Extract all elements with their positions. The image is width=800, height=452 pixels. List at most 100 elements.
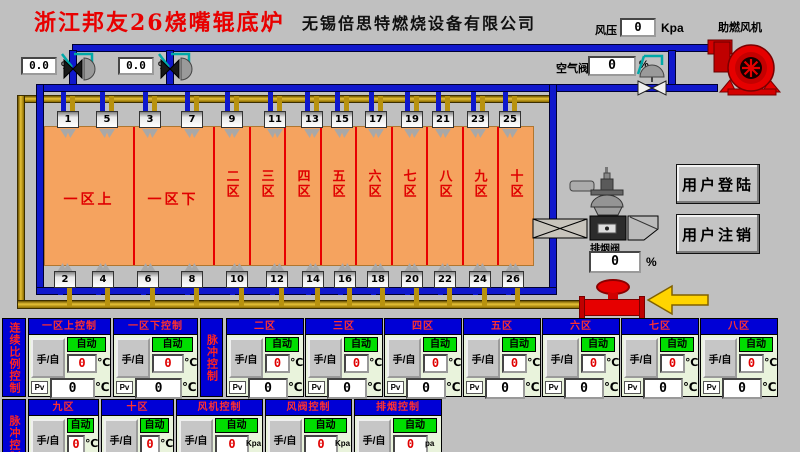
- pv-label: Pv: [308, 381, 325, 394]
- burner-icon: 26: [502, 263, 524, 309]
- pv-value: 0: [50, 378, 95, 399]
- setpoint-unit: ℃: [527, 356, 540, 369]
- gas-stub: [194, 288, 199, 306]
- setpoint-value[interactable]: 0: [502, 354, 527, 373]
- manual-auto-button[interactable]: 手/自: [308, 338, 342, 378]
- pv-value: 0: [248, 378, 288, 399]
- zone-divider: [391, 127, 393, 265]
- panel-title: 六区: [543, 319, 619, 335]
- strip-continuous-ratio-control: 连续比例控制: [2, 318, 26, 397]
- zone-label: 七区: [399, 169, 418, 199]
- exhaust-valve-value[interactable]: 0: [589, 251, 641, 273]
- manual-auto-button[interactable]: 手/自: [229, 338, 263, 378]
- manual-auto-button[interactable]: 手/自: [703, 338, 737, 378]
- burner-number: 22: [434, 271, 456, 288]
- manual-auto-button[interactable]: 手/自: [466, 338, 500, 378]
- manual-auto-button[interactable]: 手/自: [116, 338, 150, 378]
- manual-auto-button[interactable]: 手/自: [624, 338, 658, 378]
- manual-auto-button[interactable]: 手/自: [104, 419, 138, 452]
- air-valve-value[interactable]: 0: [588, 56, 636, 76]
- burner-icon: 21: [432, 92, 454, 138]
- gas-stub: [150, 288, 155, 306]
- control-panel: 四区手/自自动0℃Pv0℃: [384, 318, 462, 397]
- setpoint-value[interactable]: 0: [215, 435, 249, 452]
- control-valve-icon[interactable]: [58, 50, 104, 90]
- setpoint-unit: ℃: [369, 356, 382, 369]
- setpoint-value[interactable]: 0: [393, 435, 428, 452]
- auto-indicator: 自动: [152, 337, 193, 352]
- burner-number: 16: [334, 271, 356, 288]
- manual-auto-button[interactable]: 手/自: [387, 338, 421, 378]
- burner-number: 11: [264, 111, 286, 128]
- pv-value: 0: [406, 378, 446, 399]
- burner-number: 10: [226, 271, 248, 288]
- panel-title: 一区下控制: [114, 319, 197, 335]
- user-logout-button[interactable]: 用户注销: [676, 214, 760, 254]
- panel-body: 手/自自动0℃Pv0℃: [306, 335, 382, 397]
- manual-auto-button[interactable]: 手/自: [268, 419, 302, 452]
- gas-stub: [447, 288, 452, 306]
- gas-stub: [234, 96, 239, 112]
- burner-icon: 16: [334, 263, 356, 309]
- setpoint-unit: ℃: [685, 356, 698, 369]
- gas-stub: [279, 288, 284, 306]
- setpoint-value[interactable]: 0: [660, 354, 685, 373]
- air-stub: [405, 288, 410, 295]
- burner-number: 25: [499, 111, 521, 128]
- panel-title: 七区: [622, 319, 698, 335]
- control-panel: 七区手/自自动0℃Pv0℃: [621, 318, 699, 397]
- gas-stub: [515, 288, 520, 306]
- manual-auto-button[interactable]: 手/自: [31, 338, 65, 378]
- manual-auto-button[interactable]: 手/自: [357, 419, 391, 452]
- setpoint-value[interactable]: 0: [152, 354, 184, 373]
- gas-stub: [414, 288, 419, 306]
- branch-valve-2-value[interactable]: 0.0: [118, 57, 154, 75]
- air-stub: [185, 92, 190, 112]
- burner-number: 1: [57, 111, 79, 128]
- setpoint-value[interactable]: 0: [344, 354, 369, 373]
- burner-icon: 19: [401, 92, 423, 138]
- manual-auto-button[interactable]: 手/自: [179, 419, 213, 452]
- gas-riser-left: [17, 95, 25, 308]
- auto-indicator: 自动: [67, 418, 94, 433]
- zone-label: 一区上: [64, 189, 115, 209]
- control-valve-icon[interactable]: [155, 50, 201, 90]
- setpoint-value[interactable]: 0: [67, 354, 97, 373]
- burner-number: 3: [139, 111, 161, 128]
- pv-label: Pv: [31, 381, 48, 394]
- air-stub: [185, 288, 190, 295]
- panel-body: 手/自自动0℃Pv0℃: [701, 335, 777, 397]
- setpoint-value[interactable]: 0: [581, 354, 606, 373]
- pv-unit: ℃: [288, 380, 303, 394]
- burner-icon: 10: [226, 263, 248, 309]
- air-stub: [58, 288, 63, 295]
- setpoint-value[interactable]: 0: [265, 354, 290, 373]
- setpoint-value[interactable]: 0: [140, 435, 160, 452]
- air-valve-icon[interactable]: [634, 53, 674, 97]
- burner-icon: 11: [264, 92, 286, 138]
- control-panel: 八区手/自自动0℃Pv0℃: [700, 318, 778, 397]
- zone-divider: [426, 127, 428, 265]
- branch-valve-1-value[interactable]: 0.0: [21, 57, 57, 75]
- setpoint-value[interactable]: 0: [739, 354, 764, 373]
- panel-body: 手/自自动0℃Pv0℃: [464, 335, 540, 397]
- user-login-button[interactable]: 用户登陆: [676, 164, 760, 204]
- air-stub: [225, 92, 230, 112]
- setpoint-value[interactable]: 0: [423, 354, 448, 373]
- setpoint-value[interactable]: 0: [304, 435, 338, 452]
- gas-stub: [67, 288, 72, 306]
- control-panel: 一区上控制手/自自动0℃Pv0℃: [28, 318, 111, 397]
- air-stub: [473, 288, 478, 295]
- air-stub: [100, 92, 105, 112]
- gas-stub: [445, 96, 450, 112]
- burner-icon: 12: [266, 263, 288, 309]
- manual-auto-button[interactable]: 手/自: [31, 419, 65, 452]
- manual-auto-button[interactable]: 手/自: [545, 338, 579, 378]
- auto-indicator: 自动: [423, 337, 457, 352]
- exhaust-damper-icon[interactable]: [530, 155, 662, 241]
- pv-label: Pv: [703, 381, 720, 394]
- gas-stub: [480, 96, 485, 112]
- burner-number: 12: [266, 271, 288, 288]
- setpoint-value[interactable]: 0: [67, 435, 85, 452]
- gas-stub: [380, 288, 385, 306]
